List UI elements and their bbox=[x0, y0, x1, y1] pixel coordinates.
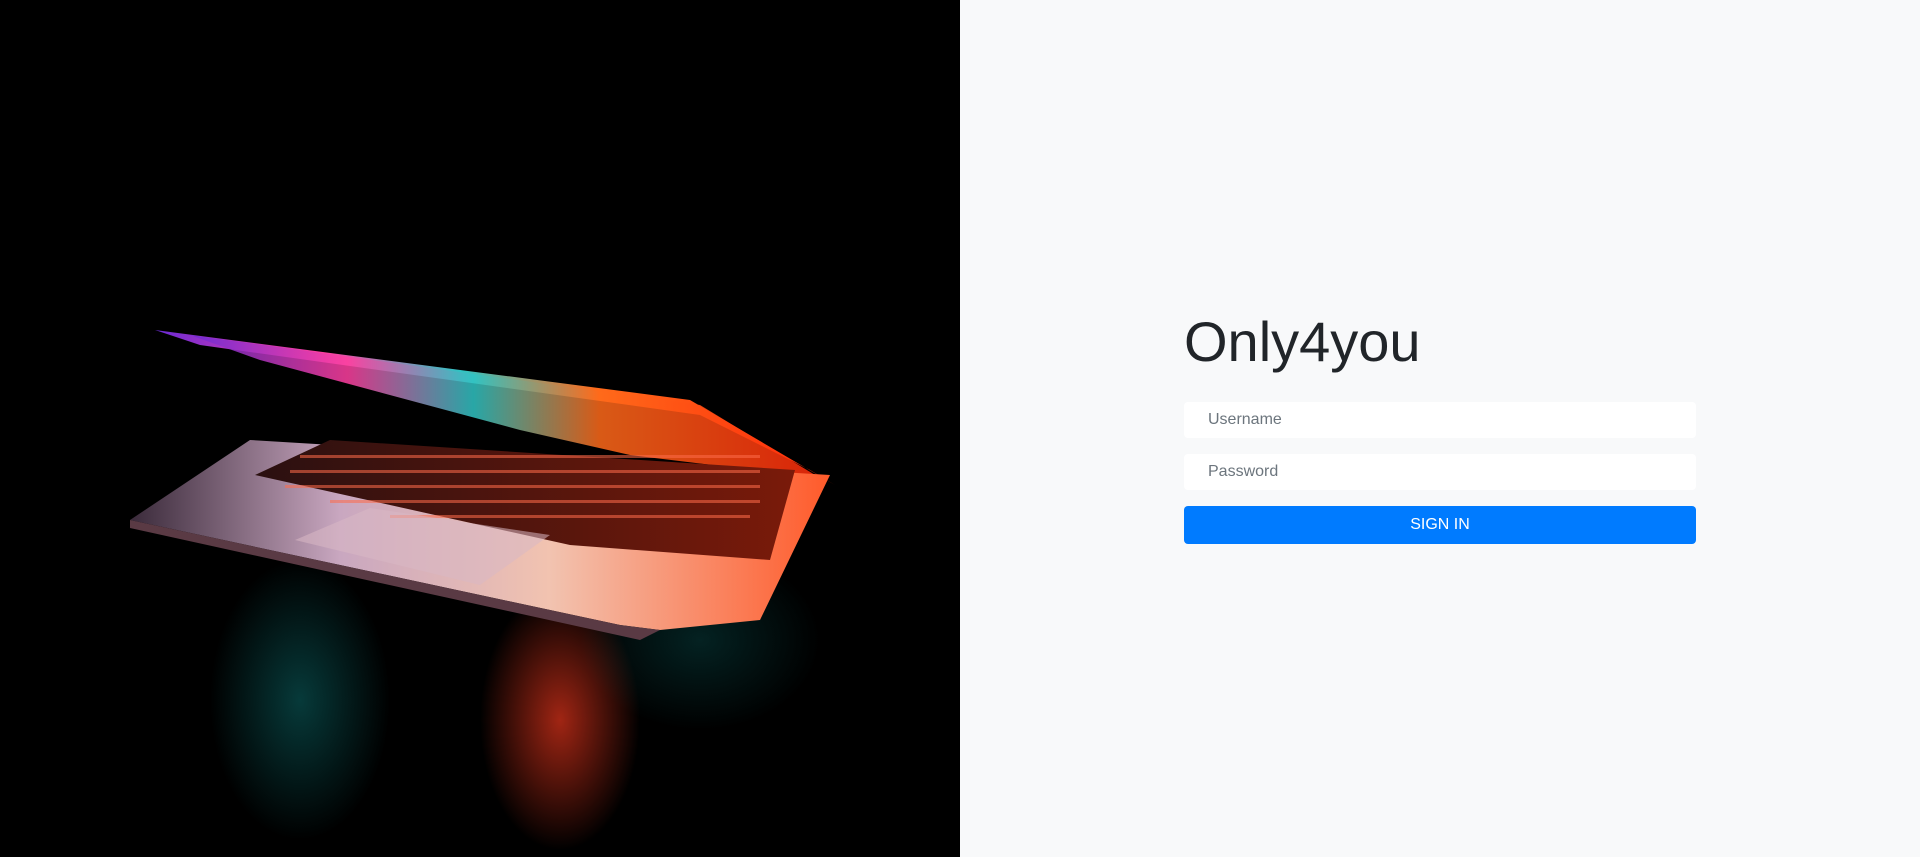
username-input[interactable] bbox=[1184, 402, 1696, 438]
password-input[interactable] bbox=[1184, 454, 1696, 490]
brand-title: Only4you bbox=[1184, 310, 1421, 373]
login-page: Only4you SIGN IN bbox=[0, 0, 1920, 857]
login-form: Only4you SIGN IN bbox=[1184, 306, 1696, 544]
sign-in-button[interactable]: SIGN IN bbox=[1184, 506, 1696, 544]
hero-image bbox=[0, 0, 960, 857]
laptop-illustration bbox=[130, 330, 835, 850]
login-panel: Only4you SIGN IN bbox=[960, 0, 1920, 857]
